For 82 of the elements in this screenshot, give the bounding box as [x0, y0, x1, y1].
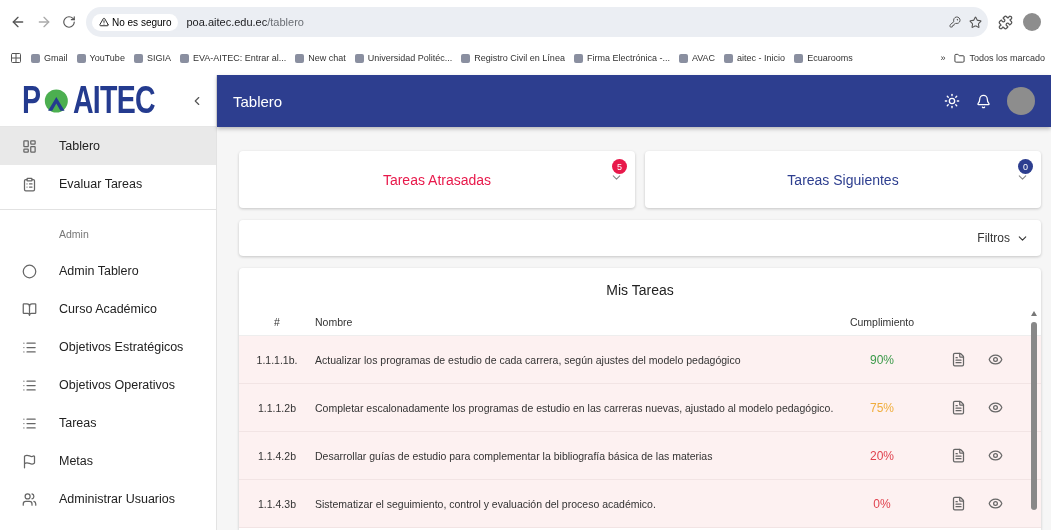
user-avatar[interactable] [1007, 87, 1035, 115]
logo-text: P [22, 79, 41, 122]
progress-percent: 0% [872, 496, 892, 511]
sidebar-item[interactable]: Evaluar Tareas [0, 165, 216, 203]
column-header: # [273, 315, 281, 328]
warning-icon [99, 17, 109, 27]
more-bookmarks[interactable]: » [940, 53, 946, 63]
sidebar-item[interactable]: Tablero [0, 127, 216, 165]
column-header: Cumplimiento [848, 315, 916, 328]
progress-percent: 90% [869, 352, 895, 367]
security-chip[interactable]: No es seguro [92, 13, 179, 31]
sidebar-item[interactable]: Curso Académico [0, 290, 216, 328]
bookmark-link[interactable]: Firma Electrónica -... [573, 53, 670, 63]
circle-icon [22, 263, 37, 279]
bell-icon[interactable] [976, 93, 991, 109]
sidebar-item[interactable]: Admin Tablero [0, 252, 216, 290]
document-icon[interactable] [951, 496, 966, 511]
table-cell-text: 1.1.4.2b [257, 449, 297, 462]
key-icon[interactable] [949, 16, 961, 28]
flag-icon [22, 453, 37, 469]
column-header: Nombre [315, 315, 354, 328]
bookmark-folder[interactable]: Todos los marcado [954, 52, 1045, 64]
theme-icon[interactable] [944, 93, 960, 109]
eye-icon[interactable] [988, 352, 1003, 367]
progress-percent: 75% [869, 400, 895, 415]
eye-icon[interactable] [988, 448, 1003, 463]
sidebar-item[interactable]: Metas [0, 442, 216, 480]
eye-icon[interactable] [988, 496, 1003, 511]
users-icon [22, 491, 37, 507]
page-title: Tablero [233, 92, 284, 110]
dashboard-icon [22, 138, 37, 154]
scrollbar-drawing[interactable] [1030, 310, 1038, 510]
folder-icon [954, 52, 966, 64]
sidebar-item[interactable]: Objetivos Operativos [0, 366, 216, 404]
table-cell-text: 1.1.4.3b [257, 497, 297, 510]
star-icon[interactable] [969, 15, 982, 29]
count-badge: 0 [1018, 159, 1033, 174]
summary-card[interactable]: Tareas Siguientes 0 [645, 151, 1041, 208]
table-cell-text: 1.1.1.2b [257, 401, 297, 414]
url-text: poa.aitec.edu.ec/tablero [186, 16, 304, 28]
puzzle-icon[interactable] [998, 14, 1013, 30]
table-cell-text: Completar escalonadamente los programas de estudio en las carreras nuevas, ajustado al modelo pedagógico. [315, 401, 835, 414]
bookmark-link[interactable]: Gmail [31, 53, 68, 63]
bookmark-link[interactable]: Registro Civil en Línea [461, 53, 565, 63]
book-icon [22, 301, 37, 317]
bookmark-link[interactable]: YouTube [76, 53, 125, 63]
reload-icon[interactable] [62, 15, 76, 29]
count-badge: 5 [612, 159, 627, 174]
clipboard-icon [22, 176, 37, 192]
sidebar-item[interactable]: Objetivos Estratégicos [0, 328, 216, 366]
document-icon[interactable] [951, 448, 966, 463]
eye-icon[interactable] [988, 400, 1003, 415]
address-bar[interactable]: No es seguro poa.aitec.edu.ec/tablero [86, 7, 988, 37]
sidebar-item[interactable]: Tareas [0, 404, 216, 442]
apps-icon[interactable] [10, 52, 22, 64]
bookmark-link[interactable]: SIGIA [133, 53, 171, 63]
logo-text: AITEC [73, 79, 155, 122]
list-icon [22, 339, 37, 355]
document-icon[interactable] [951, 400, 966, 415]
list-icon [22, 415, 37, 431]
list-icon [22, 377, 37, 393]
section-label: Admin [58, 227, 90, 242]
bookmark-link[interactable]: New chat [295, 53, 346, 63]
document-icon[interactable] [951, 352, 966, 367]
bookmark-link[interactable]: EVA-AITEC: Entrar al... [179, 53, 287, 63]
sidebar-item[interactable]: Administrar Usuarios [0, 480, 216, 518]
bookmark-link[interactable]: Ecuarooms [794, 53, 853, 63]
table-title: Mis Tareas [605, 281, 675, 300]
bookmark-link[interactable]: AVAC [678, 53, 716, 63]
card-title: Tareas Atrasadas [382, 171, 492, 188]
table-cell-text: 1.1.1.1b. [255, 353, 299, 366]
back-icon[interactable] [10, 14, 26, 30]
table-cell-text: Actualizar los programas de estudio de cada carrera, según ajustes del modelo pedagógico [315, 353, 742, 366]
card-title: Tareas Siguientes [787, 171, 899, 188]
summary-card[interactable]: Tareas Atrasadas 5 [239, 151, 635, 208]
filters-button[interactable]: Filtros [977, 231, 1029, 245]
progress-percent: 20% [869, 448, 895, 463]
bookmark-link[interactable]: Universidad Politéc... [354, 53, 453, 63]
profile-avatar[interactable] [1023, 13, 1041, 31]
table-cell-text: Desarrollar guías de estudio para complementar la bibliografía básica de las materias [315, 449, 714, 462]
bookmark-link[interactable]: aitec - Inicio [724, 53, 786, 63]
table-cell-text: Sistematizar el seguimiento, control y evaluación del proceso académico. [315, 497, 657, 510]
